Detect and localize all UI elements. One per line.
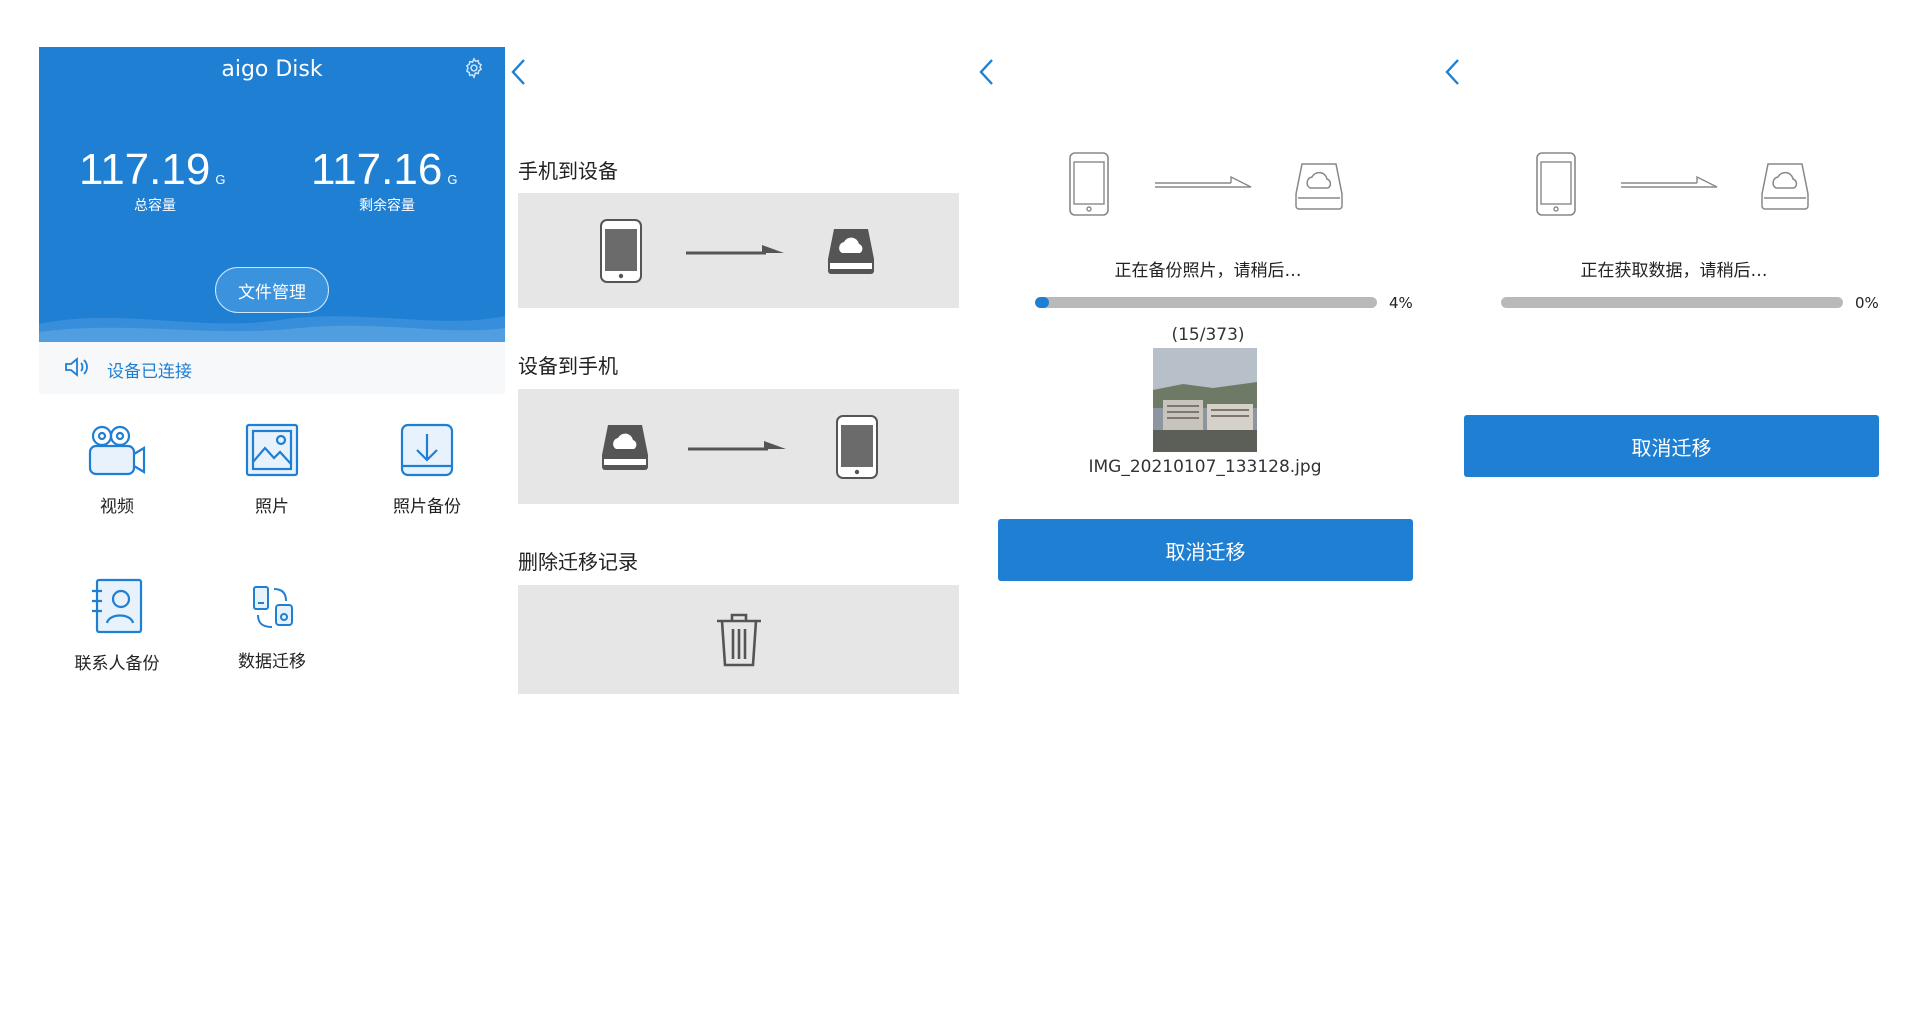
backup-progress-percent: 4%: [1389, 294, 1413, 312]
section-title-phone-to-device: 手机到设备: [518, 159, 618, 183]
file-manager-button[interactable]: 文件管理: [215, 267, 329, 313]
chevron-left-icon: [1445, 59, 1459, 85]
app-title: aigo Disk: [221, 57, 323, 82]
chevron-left-icon: [979, 59, 993, 85]
storage-header: aigo Disk 117.19 G 总容量 117.16 G 剩余容量 文件管…: [39, 47, 505, 342]
phone-icon: [836, 415, 878, 479]
cloud-drive-icon: [828, 229, 874, 274]
chevron-left-icon: [511, 59, 525, 85]
cloud-drive-outline-icon: [1761, 163, 1809, 210]
cancel-migration-button[interactable]: 取消迁移: [998, 519, 1413, 581]
arrow-outline-icon: [1155, 175, 1252, 188]
connection-status-bar: 设备已连接: [39, 342, 505, 394]
contacts-icon: [92, 578, 143, 634]
free-capacity: 117.16 G: [311, 145, 458, 195]
back-button-fetch[interactable]: [1442, 56, 1464, 88]
total-capacity: 117.19 G: [79, 145, 226, 195]
section-title-device-to-phone: 设备到手机: [518, 354, 618, 378]
total-capacity-value: 117.19: [79, 145, 211, 194]
phone-outline-icon: [1069, 152, 1109, 216]
arrow-right-icon: [688, 441, 786, 451]
back-button[interactable]: [508, 56, 530, 88]
tile-photo[interactable]: 照片: [197, 422, 347, 562]
cancel-migration-button-fetch[interactable]: 取消迁移: [1464, 415, 1879, 477]
backup-filename: IMG_20210107_133128.jpg: [1088, 457, 1322, 477]
free-capacity-value: 117.16: [311, 145, 443, 194]
free-capacity-unit: G: [447, 172, 458, 187]
back-button-backup[interactable]: [976, 56, 998, 88]
section-title-delete-records: 删除迁移记录: [518, 550, 638, 574]
video-camera-icon: [88, 425, 146, 476]
tile-photo-backup[interactable]: 照片备份: [352, 422, 502, 562]
backup-progress-fill: [1035, 297, 1049, 308]
fetch-progress-percent: 0%: [1855, 294, 1879, 312]
speaker-icon: [63, 355, 91, 379]
gear-icon[interactable]: [463, 57, 485, 79]
connection-status-text: 设备已连接: [107, 362, 192, 382]
tile-video-label: 视频: [100, 497, 134, 517]
tile-contacts-backup[interactable]: 联系人备份: [42, 577, 192, 717]
fetch-status-text: 正在获取数据，请稍后…: [1580, 261, 1768, 281]
backup-progress-bar: [1035, 297, 1377, 308]
card-device-to-phone[interactable]: [518, 389, 959, 504]
free-capacity-label: 剩余容量: [359, 198, 415, 214]
data-migration-icon: [253, 586, 293, 628]
phone-outline-icon: [1536, 152, 1576, 216]
photo-thumbnail: [1153, 348, 1257, 452]
arrow-right-icon: [686, 245, 784, 255]
trash-icon: [717, 613, 761, 667]
photo-icon: [245, 423, 299, 477]
backup-count: (15/373): [1171, 325, 1245, 345]
phone-icon: [600, 219, 642, 283]
arrow-outline-icon: [1621, 175, 1718, 188]
tile-photo-label: 照片: [255, 497, 289, 517]
total-capacity-unit: G: [215, 172, 226, 187]
tile-photo-backup-label: 照片备份: [393, 497, 461, 517]
tile-data-migration-label: 数据迁移: [238, 652, 306, 672]
card-phone-to-device[interactable]: [518, 193, 959, 308]
tile-data-migration[interactable]: 数据迁移: [197, 577, 347, 717]
total-capacity-label: 总容量: [134, 198, 176, 214]
tile-contacts-backup-label: 联系人备份: [74, 654, 160, 674]
cloud-drive-icon: [602, 425, 648, 470]
backup-status-text: 正在备份照片，请稍后…: [1114, 261, 1302, 281]
card-delete-records[interactable]: [518, 585, 959, 694]
cloud-drive-outline-icon: [1295, 163, 1343, 210]
tile-video[interactable]: 视频: [42, 422, 192, 562]
fetch-progress-bar: [1501, 297, 1843, 308]
download-icon: [400, 423, 454, 477]
